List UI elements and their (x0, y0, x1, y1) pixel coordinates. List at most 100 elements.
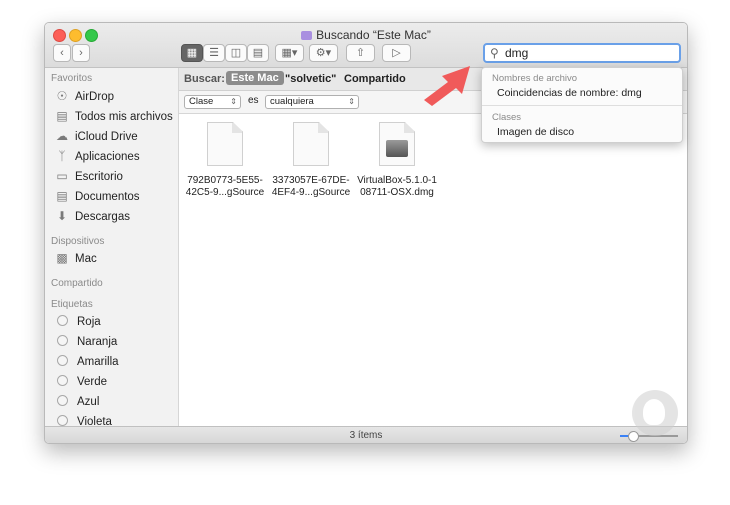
gear-icon: ⚙▾ (315, 47, 332, 59)
search-input[interactable] (505, 46, 675, 60)
sidebar-section-devices: Dispositivos (51, 236, 105, 247)
file-name-line2: 08711-OSX.dmg (360, 187, 434, 198)
sidebar-item-applications[interactable]: ᛉ Aplicaciones (55, 147, 140, 165)
sidebar-tag-red[interactable]: Roja (55, 313, 101, 331)
computer-icon: ▩ (56, 251, 68, 265)
search-field[interactable]: ⚲ (483, 43, 681, 63)
downloads-icon: ⬇ (56, 209, 68, 223)
filter-value-text: cualquiera (270, 96, 314, 107)
filter-value-select[interactable]: cualquiera ⇕ (265, 95, 359, 109)
scope-this-mac[interactable]: Este Mac (226, 71, 284, 85)
slider-knob[interactable] (627, 431, 639, 442)
sidebar-item-desktop[interactable]: ▭ Escritorio (55, 167, 123, 185)
tags-button[interactable]: ▷ (382, 44, 411, 62)
window-title-text: Buscando “Este Mac” (316, 28, 431, 42)
filter-attribute-select[interactable]: Clase ⇕ (184, 95, 241, 109)
sidebar-tag-purple[interactable]: Violeta (55, 413, 112, 427)
arrow-shape (424, 66, 470, 106)
file-item[interactable]: VirtualBox-5.1.0-1 08711-OSX.dmg (356, 122, 438, 199)
sidebar-item-label: Todos mis archivos (75, 111, 173, 123)
sidebar-tag-green[interactable]: Verde (55, 373, 107, 391)
sidebar-item-downloads[interactable]: ⬇ Descargas (55, 207, 130, 225)
all-files-icon: ▤ (56, 109, 68, 123)
disk-image-icon (379, 122, 415, 166)
sidebar-tag-orange[interactable]: Naranja (55, 333, 117, 351)
tag-dot-icon (57, 395, 68, 406)
list-view-button[interactable]: ☰ (203, 44, 225, 62)
columns-icon: ◫ (230, 47, 242, 59)
documents-icon: ▤ (56, 189, 68, 203)
sidebar-section-tags: Etiquetas (51, 299, 93, 310)
suggestion-group-kinds: Clases (492, 112, 522, 123)
share-button[interactable]: ⇧ (346, 44, 375, 62)
file-name-line2: 42C5-9...gSource (185, 187, 265, 198)
sidebar-item-label: Roja (77, 316, 101, 328)
status-bar: 3 ítems (45, 426, 687, 443)
action-button[interactable]: ⚙▾ (309, 44, 338, 62)
airdrop-icon: ☉ (56, 89, 68, 103)
sidebar-tag-blue[interactable]: Azul (55, 393, 99, 411)
file-item[interactable]: 3373057E-67DE- 4EF4-9...gSource (270, 122, 352, 199)
column-view-button[interactable]: ◫ (225, 44, 247, 62)
sidebar-item-label: Azul (77, 396, 100, 408)
sidebar-section-shared: Compartido (51, 278, 103, 289)
list-icon: ☰ (209, 47, 219, 59)
toolbar: Buscando “Este Mac” ‹ › ▦ ☰ ◫ ▤ ▦▾ ⚙▾ ⇧ … (45, 23, 687, 68)
item-count: 3 ítems (349, 430, 383, 441)
arrange-icon: ▦▾ (281, 47, 298, 59)
file-name-line1: 3373057E-67DE- (272, 175, 350, 186)
tag-dot-icon (57, 415, 68, 426)
icon-view-button[interactable]: ▦ (181, 44, 203, 62)
forward-button[interactable]: › (72, 44, 90, 62)
chevron-updown-icon: ⇕ (348, 97, 355, 106)
sidebar-section-favorites: Favoritos (51, 73, 93, 84)
sidebar-item-label: AirDrop (75, 91, 114, 103)
sidebar-item-all-files[interactable]: ▤ Todos mis archivos (55, 107, 173, 125)
scope-shared[interactable]: Compartido (344, 73, 406, 85)
sidebar-item-label: Aplicaciones (75, 151, 140, 163)
sidebar-item-label: iCloud Drive (75, 131, 138, 143)
window-title: Buscando “Este Mac” (45, 28, 687, 42)
sidebar-item-label: Naranja (77, 336, 118, 348)
sidebar-item-airdrop[interactable]: ☉ AirDrop (55, 87, 114, 105)
file-item[interactable]: 792B0773-5E55- 42C5-9...gSource (184, 122, 266, 199)
sidebar-item-icloud-drive[interactable]: ☁ iCloud Drive (55, 127, 138, 145)
sidebar-item-label: Escritorio (75, 171, 123, 183)
coverflow-icon: ▤ (252, 47, 264, 59)
scope-label: Buscar: (184, 73, 225, 85)
tag-dot-icon (57, 335, 68, 346)
watermark-logo (632, 390, 678, 436)
back-button[interactable]: ‹ (53, 44, 71, 62)
sidebar-item-label: Descargas (75, 211, 130, 223)
suggestion-group-filenames: Nombres de archivo (492, 73, 578, 84)
filter-operator: es (248, 95, 259, 106)
search-suggestions-menu: Nombres de archivo Coincidencias de nomb… (481, 67, 683, 143)
results-area: 792B0773-5E55- 42C5-9...gSource 3373057E… (179, 114, 687, 426)
share-icon: ⇧ (355, 47, 366, 59)
folder-icon (301, 31, 313, 40)
sidebar-tag-yellow[interactable]: Amarilla (55, 353, 119, 371)
file-name-line1: 792B0773-5E55- (187, 175, 263, 186)
search-icon: ⚲ (490, 46, 499, 60)
suggestion-disk-image[interactable]: Imagen de disco (497, 126, 574, 138)
sidebar-item-label: Verde (77, 376, 108, 388)
sidebar-item-label: Amarilla (77, 356, 119, 368)
document-icon (207, 122, 243, 166)
scope-solvetic[interactable]: "solvetic" (285, 73, 336, 85)
cloud-icon: ☁ (56, 129, 68, 143)
file-name-line1: VirtualBox-5.1.0-1 (357, 175, 437, 186)
applications-icon: ᛉ (58, 149, 66, 163)
filter-attribute-value: Clase (189, 96, 214, 107)
tag-dot-icon (57, 315, 68, 326)
file-name-line2: 4EF4-9...gSource (271, 187, 351, 198)
tag-icon: ▷ (392, 47, 401, 59)
document-icon (293, 122, 329, 166)
tag-dot-icon (57, 375, 68, 386)
coverflow-view-button[interactable]: ▤ (247, 44, 269, 62)
suggestion-name-match[interactable]: Coincidencias de nombre: dmg (497, 87, 642, 99)
sidebar-item-documents[interactable]: ▤ Documentos (55, 187, 139, 205)
sidebar-item-mac[interactable]: ▩ Mac (55, 249, 96, 267)
arrange-button[interactable]: ▦▾ (275, 44, 304, 62)
back-label: ‹ (60, 47, 64, 59)
sidebar: Favoritos ☉ AirDrop ▤ Todos mis archivos ☁… (45, 68, 179, 428)
